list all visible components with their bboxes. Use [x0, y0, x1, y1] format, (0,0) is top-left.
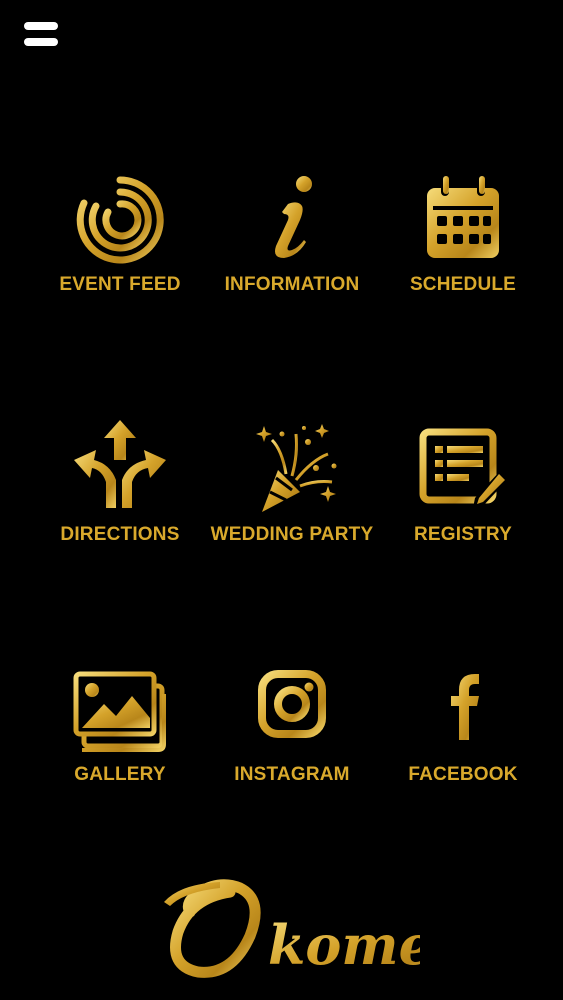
list-with-pencil-icon — [419, 428, 509, 508]
tile-instagram[interactable]: INSTAGRAM — [199, 668, 385, 838]
calendar-icon — [427, 176, 499, 258]
tile-label: INSTAGRAM — [234, 764, 350, 785]
party-popper-icon — [256, 424, 337, 512]
tile-label: GALLERY — [74, 764, 166, 785]
tile-gallery[interactable]: GALLERY — [27, 668, 213, 838]
tile-label: SCHEDULE — [409, 274, 517, 295]
tile-wedding-party[interactable]: WEDDING PARTY — [199, 420, 385, 590]
instagram-icon — [258, 670, 326, 738]
tile-event-feed[interactable]: EVENT FEED — [27, 170, 213, 340]
tile-directions[interactable]: DIRECTIONS — [27, 420, 213, 590]
tile-label: WEDDING PARTY — [210, 524, 374, 545]
tile-label: INFORMATION — [224, 274, 360, 295]
radar-rings-icon — [76, 176, 164, 264]
tile-label: FACEBOOK — [408, 764, 518, 785]
info-i-icon — [275, 176, 312, 258]
tile-facebook[interactable]: FACEBOOK — [370, 668, 556, 838]
split-arrows-icon — [74, 420, 166, 508]
logo-wordmark: komes — [268, 913, 420, 977]
tile-label: DIRECTIONS — [60, 524, 180, 545]
tile-information[interactable]: INFORMATION — [199, 170, 385, 340]
photo-stack-icon — [73, 671, 166, 752]
feature-grid: EVENT FEED INFORMATION SCHEDULE DIRECTIO… — [0, 0, 563, 860]
tile-label: REGISTRY — [413, 524, 513, 545]
tile-schedule[interactable]: SCHEDULE — [370, 170, 556, 340]
tile-label: EVENT FEED — [59, 274, 181, 295]
tile-registry[interactable]: REGISTRY — [370, 420, 556, 590]
facebook-f-icon — [451, 674, 479, 740]
brand-logo: komes — [164, 879, 420, 978]
